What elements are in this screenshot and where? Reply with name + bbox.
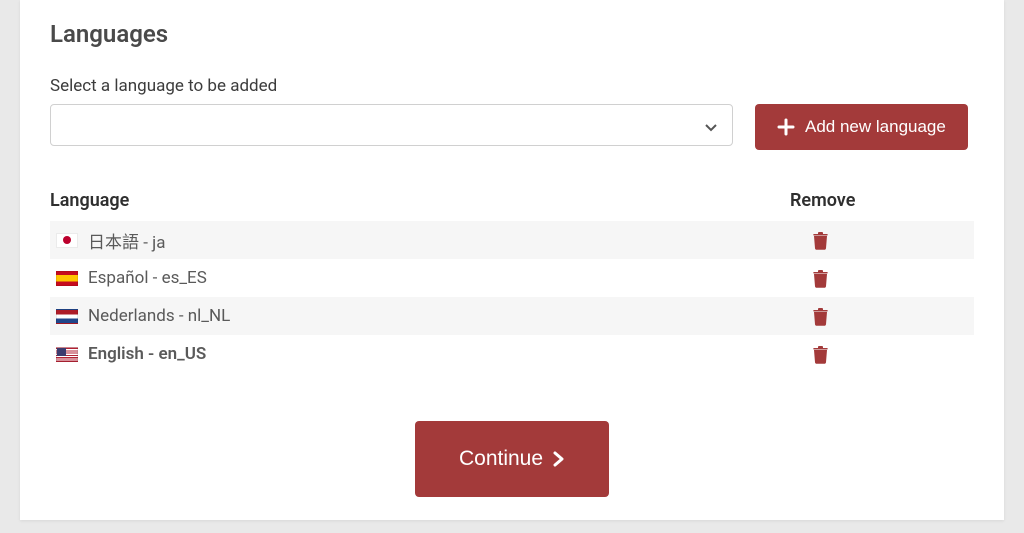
- remove-button[interactable]: [810, 229, 831, 252]
- table-body: 日本語 - ja Español - es_ES Nederlands - nl_N…: [50, 221, 974, 373]
- page-title: Languages: [50, 20, 974, 48]
- language-label: Español - es_ES: [88, 268, 207, 288]
- remove-button[interactable]: [810, 267, 831, 290]
- language-select-wrap: [50, 104, 733, 150]
- add-language-button[interactable]: Add new language: [755, 104, 968, 150]
- col-language: Language: [50, 184, 790, 221]
- remove-button[interactable]: [810, 343, 831, 366]
- language-cell: English - en_US: [56, 344, 796, 364]
- language-cell: 日本語 - ja: [56, 228, 796, 253]
- language-label: Nederlands - nl_NL: [88, 306, 230, 326]
- language-label: English - en_US: [88, 344, 206, 364]
- flag-icon: [56, 271, 78, 286]
- language-cell: Español - es_ES: [56, 268, 796, 288]
- flag-icon: [56, 233, 78, 248]
- table-row: 日本語 - ja: [50, 221, 974, 259]
- table-row: Nederlands - nl_NL: [50, 297, 974, 335]
- trash-icon: [812, 345, 829, 364]
- remove-cell: [796, 229, 974, 252]
- select-row: Add new language: [50, 104, 974, 150]
- trash-icon: [812, 269, 829, 288]
- remove-cell: [796, 343, 974, 366]
- table-header: Language Remove: [50, 184, 974, 221]
- plus-icon: [777, 118, 795, 136]
- language-cell: Nederlands - nl_NL: [56, 306, 796, 326]
- languages-panel: Languages Select a language to be added …: [20, 0, 1004, 520]
- trash-icon: [812, 231, 829, 250]
- col-remove: Remove: [790, 184, 974, 221]
- trash-icon: [812, 307, 829, 326]
- remove-button[interactable]: [810, 305, 831, 328]
- add-language-label: Add new language: [805, 117, 946, 137]
- footer-row: Continue: [50, 421, 974, 497]
- language-select[interactable]: [50, 104, 733, 146]
- flag-icon: [56, 309, 78, 324]
- languages-table: Language Remove 日本語 - ja Español - es_ES N…: [50, 184, 974, 373]
- select-label: Select a language to be added: [50, 76, 974, 96]
- language-label: 日本語 - ja: [88, 228, 165, 253]
- flag-icon: [56, 347, 78, 362]
- continue-button[interactable]: Continue: [415, 421, 609, 497]
- remove-cell: [796, 267, 974, 290]
- table-row: Español - es_ES: [50, 259, 974, 297]
- table-row: English - en_US: [50, 335, 974, 373]
- remove-cell: [796, 305, 974, 328]
- chevron-right-icon: [551, 450, 565, 468]
- continue-label: Continue: [459, 447, 543, 471]
